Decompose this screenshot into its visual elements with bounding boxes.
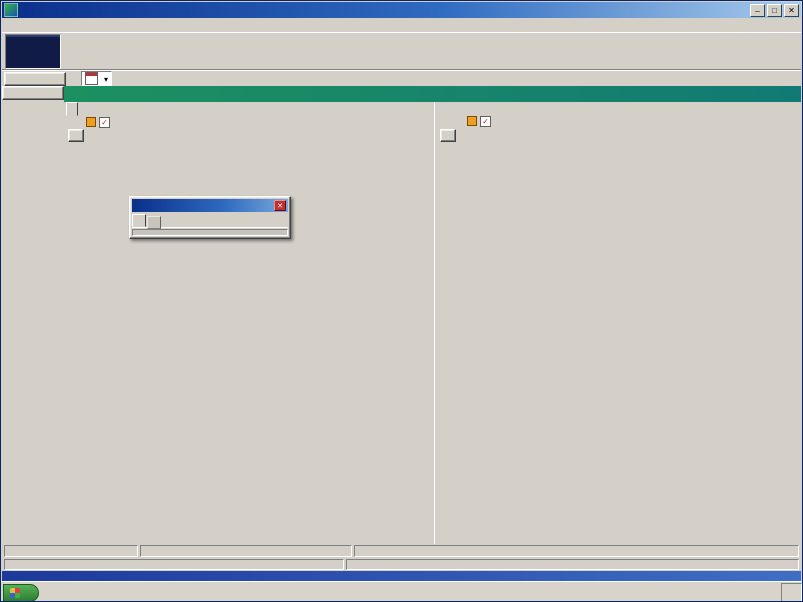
taskbar — [1, 581, 803, 602]
system-tray — [781, 583, 802, 602]
current-time-status — [140, 545, 352, 557]
date-dropdown-icon[interactable] — [104, 74, 108, 84]
titration-panel — [434, 102, 803, 544]
tab-indicator[interactable] — [132, 214, 146, 227]
minimize-button[interactable] — [750, 4, 765, 17]
status-row-operation — [2, 558, 801, 571]
windows-flag-icon — [10, 588, 20, 598]
dialog-title-bar[interactable] — [132, 199, 288, 212]
method-box-label — [6, 35, 60, 37]
section-name — [346, 559, 799, 570]
maximize-button[interactable] — [767, 4, 782, 17]
derivative-header — [68, 115, 113, 129]
date-field[interactable] — [81, 71, 112, 86]
application-window — [0, 0, 803, 602]
dialog-tabs — [132, 214, 288, 228]
processing-dialog — [129, 196, 291, 239]
tab-current-tdc[interactable] — [66, 102, 78, 116]
sidebar — [2, 102, 63, 544]
dialog-close-button[interactable] — [274, 200, 286, 211]
checkbox-icon — [480, 116, 491, 127]
method-number-box — [5, 34, 61, 69]
title-bar — [2, 2, 801, 18]
close-button[interactable] — [784, 4, 799, 17]
tab-table[interactable] — [147, 216, 161, 229]
checkbox-icon — [99, 117, 110, 128]
toolbar — [2, 32, 801, 70]
method-strip — [64, 86, 801, 102]
cross-titration-checkbox[interactable] — [467, 116, 494, 127]
start-button[interactable] — [3, 584, 39, 602]
cursor-marker-icon — [467, 116, 477, 126]
app-icon — [4, 3, 18, 17]
port-bar — [2, 69, 801, 87]
titration-header — [440, 114, 494, 128]
operation-note — [2, 571, 801, 581]
dialog-body — [132, 229, 288, 236]
start-status — [4, 545, 138, 557]
calendar-icon — [85, 72, 98, 85]
menu-bar — [2, 18, 801, 32]
duration-status — [354, 545, 799, 557]
titration-chart[interactable] — [439, 140, 801, 544]
derivative-panel — [63, 102, 434, 544]
cross-derivative-checkbox[interactable] — [86, 117, 113, 128]
status-row-timers — [2, 544, 801, 558]
method-menu-button[interactable] — [2, 86, 64, 100]
method-bar — [2, 86, 801, 102]
cursor-marker-icon — [86, 117, 96, 127]
operation-name — [4, 559, 344, 570]
addition-button[interactable] — [4, 72, 66, 86]
